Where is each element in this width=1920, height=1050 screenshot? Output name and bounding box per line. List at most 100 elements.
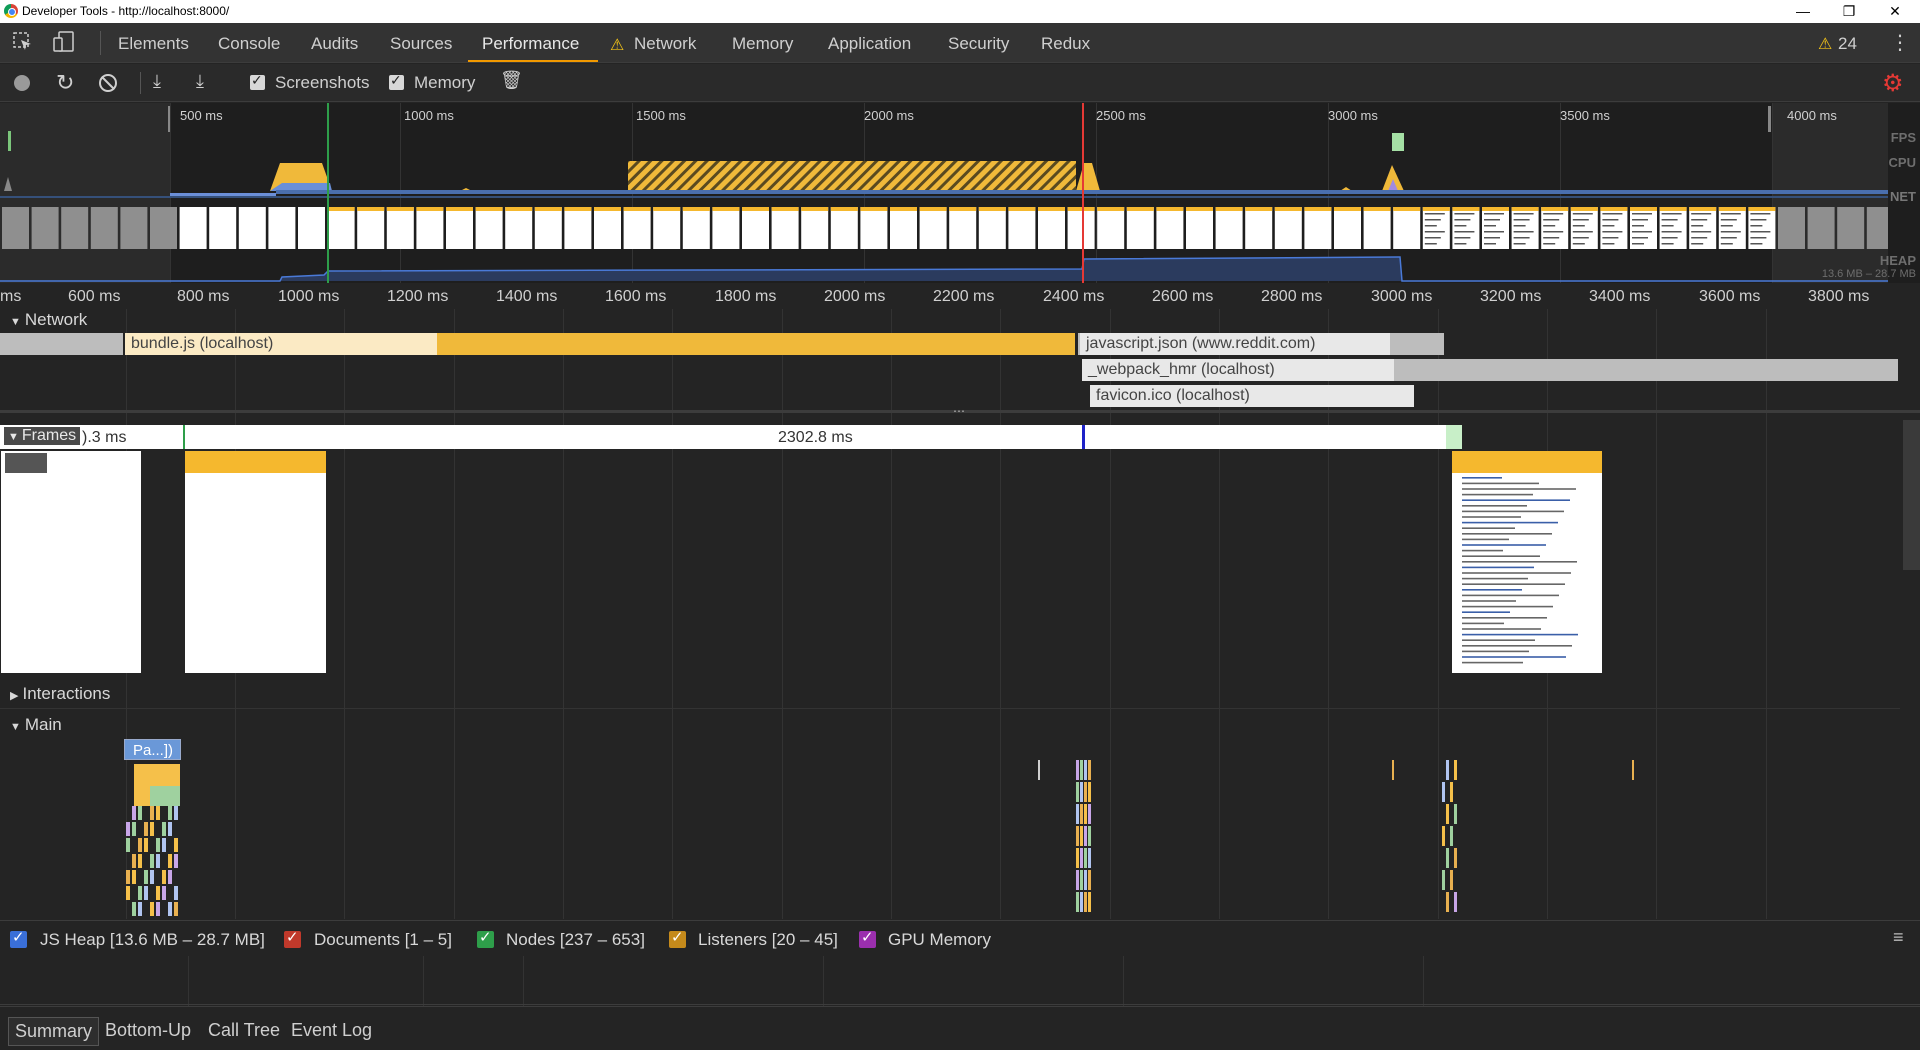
network-request-label[interactable]: javascript.json (www.reddit.com) <box>1080 333 1390 355</box>
more-options-icon[interactable]: ⋮ <box>1890 30 1910 55</box>
clear-icon[interactable] <box>99 74 117 92</box>
tab-audits[interactable]: Audits <box>311 34 358 54</box>
main-track-toggle[interactable]: ▼ Main <box>10 715 62 735</box>
fps-bar <box>8 131 11 151</box>
frame-duration: 2302.8 ms <box>778 429 853 446</box>
ruler-tick: 2400 ms <box>1043 288 1105 305</box>
frame-screenshot[interactable] <box>185 451 326 673</box>
download-profile-icon[interactable]: ⤓ <box>196 71 204 92</box>
ruler-tick: 1200 ms <box>387 288 449 305</box>
tab-security[interactable]: Security <box>948 34 1009 54</box>
close-icon[interactable]: ✕ <box>1872 0 1918 23</box>
upload-profile-icon[interactable]: ⤓ <box>153 71 161 92</box>
memory-counters-graph <box>0 956 1920 1006</box>
network-track-toggle[interactable]: ▼ Network <box>10 310 87 330</box>
load-event-marker <box>1082 103 1084 283</box>
dom-content-loaded-marker <box>327 103 329 283</box>
frames-track-toggle[interactable]: ▼ Frames <box>4 427 81 445</box>
frames-bar[interactable] <box>0 425 1460 449</box>
main-task[interactable]: Pa...]) <box>124 739 181 760</box>
ruler-tick: 800 ms <box>177 288 230 305</box>
hamburger-menu-icon[interactable]: ≡ <box>1893 927 1904 948</box>
timeline-ruler: ms 600 ms 800 ms 1000 ms 1200 ms 1400 ms… <box>0 283 1920 309</box>
memory-counters-legend: JS Heap [13.6 MB – 28.7 MB] Documents [1… <box>0 920 1920 956</box>
tab-application[interactable]: Application <box>828 34 911 54</box>
documents-checkbox[interactable] <box>284 928 301 948</box>
timeline-overview[interactable]: 500 ms 1000 ms 1500 ms 2000 ms 2500 ms 3… <box>0 103 1920 283</box>
main-flame-chart[interactable] <box>0 760 1900 918</box>
tab-bottom-up[interactable]: Bottom-Up <box>99 1017 197 1044</box>
vertical-scrollbar[interactable] <box>1903 420 1920 570</box>
overview-tick: 2000 ms <box>864 108 914 123</box>
memory-checkbox[interactable] <box>389 72 404 90</box>
tab-summary[interactable]: Summary <box>8 1017 100 1046</box>
ruler-tick: 2600 ms <box>1152 288 1214 305</box>
warning-count[interactable]: 24 <box>1838 34 1857 54</box>
tab-performance[interactable]: Performance <box>482 34 579 54</box>
warning-count-icon[interactable]: ⚠ <box>1818 34 1832 54</box>
listeners-label: Listeners [20 – 45] <box>698 930 838 949</box>
window-title: Developer Tools - http://localhost:8000/ <box>22 4 230 18</box>
active-tab-indicator <box>468 60 598 62</box>
tab-sources[interactable]: Sources <box>390 34 452 54</box>
tab-memory[interactable]: Memory <box>732 34 793 54</box>
ruler-tick: 2200 ms <box>933 288 995 305</box>
interactions-track-label: Interactions <box>22 684 111 703</box>
interactions-track-toggle[interactable]: ▶ Interactions <box>10 684 110 704</box>
overview-tick: 3000 ms <box>1328 108 1378 123</box>
ruler-tick: ms <box>0 288 22 305</box>
tab-redux[interactable]: Redux <box>1041 34 1090 54</box>
js-heap-checkbox[interactable] <box>10 928 27 948</box>
ruler-tick: 600 ms <box>68 288 121 305</box>
tab-network[interactable]: Network <box>634 34 696 54</box>
reload-record-icon[interactable]: ↻ <box>56 70 74 96</box>
listeners-checkbox[interactable] <box>669 928 686 948</box>
tab-event-log[interactable]: Event Log <box>285 1017 378 1044</box>
frame-screenshot[interactable] <box>1 451 141 673</box>
tab-call-tree[interactable]: Call Tree <box>202 1017 286 1044</box>
cpu-chart <box>4 161 1404 191</box>
gpu-memory-checkbox[interactable] <box>859 928 876 948</box>
frame-segment[interactable] <box>1446 425 1462 449</box>
overview-tick: 3500 ms <box>1560 108 1610 123</box>
overview-right-handle[interactable] <box>1768 106 1771 132</box>
nodes-checkbox[interactable] <box>477 928 494 948</box>
cpu-label: CPU <box>1888 155 1916 170</box>
frame-marker <box>183 425 185 449</box>
record-icon[interactable] <box>14 75 30 91</box>
network-request-label[interactable]: favicon.ico (localhost) <box>1090 385 1414 407</box>
memory-label: Memory <box>414 73 476 92</box>
frame-marker <box>1082 425 1085 449</box>
trash-icon[interactable]: 🗑 <box>500 70 523 91</box>
ruler-tick: 1600 ms <box>605 288 667 305</box>
minimize-icon[interactable]: — <box>1780 0 1826 23</box>
overview-tick: 1500 ms <box>636 108 686 123</box>
frame-screenshot[interactable] <box>1452 451 1602 673</box>
ruler-tick: 1000 ms <box>278 288 340 305</box>
heap-chart <box>0 256 1888 282</box>
chrome-logo-icon <box>4 4 18 18</box>
overview-tick: 4000 ms <box>1787 108 1837 123</box>
network-request-label[interactable]: _webpack_hmr (localhost) <box>1082 359 1394 381</box>
documents-label: Documents [1 – 5] <box>314 930 452 949</box>
screenshot-filmstrip <box>2 207 1888 249</box>
devtools-tab-bar: Elements Console Audits Sources Performa… <box>0 23 1920 63</box>
ruler-tick: 3600 ms <box>1699 288 1761 305</box>
network-request-label[interactable]: bundle.js (localhost) <box>125 333 437 355</box>
device-toolbar-icon[interactable] <box>52 30 76 59</box>
screenshots-checkbox[interactable] <box>250 72 265 90</box>
overview-tick: 1000 ms <box>404 108 454 123</box>
details-tab-bar: Summary Bottom-Up Call Tree Event Log <box>0 1006 1920 1050</box>
main-track-label: Main <box>24 715 62 734</box>
js-heap-label: JS Heap [13.6 MB – 28.7 MB] <box>40 930 265 949</box>
net-label: NET <box>1890 189 1916 204</box>
tab-console[interactable]: Console <box>218 34 280 54</box>
settings-gear-icon[interactable]: ⚙ <box>1882 69 1904 98</box>
ruler-tick: 3200 ms <box>1480 288 1542 305</box>
inspect-element-icon[interactable] <box>12 31 34 58</box>
splitter-handle-icon[interactable]: ⋯ <box>953 404 965 418</box>
network-request-prev[interactable] <box>0 333 123 355</box>
net-overview-line <box>0 196 1888 198</box>
tab-elements[interactable]: Elements <box>118 34 189 54</box>
restore-icon[interactable]: ❐ <box>1826 0 1872 23</box>
